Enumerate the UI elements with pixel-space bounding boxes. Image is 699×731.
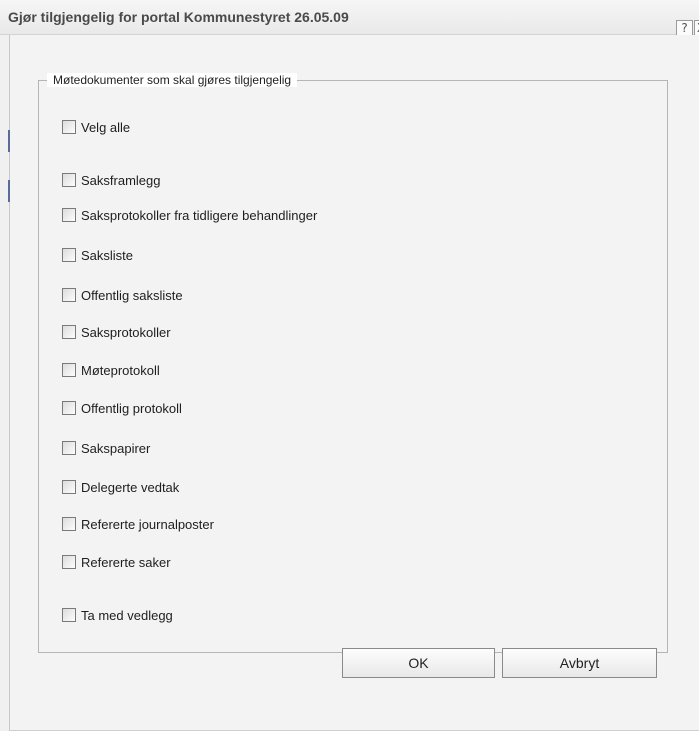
checkbox-label[interactable]: Saksliste (81, 248, 133, 263)
checkbox-delegerte-vedtak[interactable]: Delegerte vedtak (62, 478, 179, 496)
documents-group-legend: Møtedokumenter som skal gjøres tilgjenge… (47, 73, 298, 87)
checkbox-box[interactable] (62, 173, 76, 187)
checkbox-label[interactable]: Refererte journalposter (81, 517, 214, 532)
checkbox-label[interactable]: Sakspapirer (81, 441, 150, 456)
checkbox-select-all[interactable]: Velg alle (62, 118, 130, 136)
checkbox-box[interactable] (62, 480, 76, 494)
checkbox-offentlig-saksliste[interactable]: Offentlig saksliste (62, 286, 183, 304)
checkbox-box[interactable] (62, 517, 76, 531)
checkbox-label[interactable]: Offentlig saksliste (81, 288, 183, 303)
checkbox-box[interactable] (62, 441, 76, 455)
checkbox-ta-med-vedlegg[interactable]: Ta med vedlegg (62, 606, 173, 624)
checkbox-box[interactable] (62, 325, 76, 339)
checkbox-box[interactable] (62, 248, 76, 262)
checkbox-label[interactable]: Offentlig protokoll (81, 401, 182, 416)
cancel-button[interactable]: Avbryt (502, 648, 657, 678)
checkbox-label[interactable]: Møteprotokoll (81, 363, 160, 378)
checkbox-label[interactable]: Velg alle (81, 120, 130, 135)
checkbox-label[interactable]: Saksprotokoller (81, 325, 171, 340)
checkbox-sakspapirer[interactable]: Sakspapirer (62, 439, 150, 457)
checkbox-label[interactable]: Refererte saker (81, 555, 171, 570)
checkbox-box[interactable] (62, 555, 76, 569)
checkbox-box[interactable] (62, 608, 76, 622)
checkbox-saksprotokoller-tidligere[interactable]: Saksprotokoller fra tidligere behandling… (62, 206, 317, 224)
checkbox-refererte-saker[interactable]: Refererte saker (62, 553, 171, 571)
checkbox-label[interactable]: Saksframlegg (81, 173, 160, 188)
checkbox-label[interactable]: Delegerte vedtak (81, 480, 179, 495)
checkbox-saksprotokoller[interactable]: Saksprotokoller (62, 323, 171, 341)
publish-to-portal-dialog: Gjør tilgjengelig for portal Kommunestyr… (0, 0, 699, 731)
left-edge-panel (0, 35, 10, 731)
checkbox-box[interactable] (62, 120, 76, 134)
checkbox-box[interactable] (62, 401, 76, 415)
checkbox-refererte-journalposter[interactable]: Refererte journalposter (62, 515, 214, 533)
checkbox-label[interactable]: Saksprotokoller fra tidligere behandling… (81, 208, 317, 223)
checkbox-moteprotokoll[interactable]: Møteprotokoll (62, 361, 160, 379)
checkbox-saksframlegg[interactable]: Saksframlegg (62, 171, 160, 189)
checkbox-offentlig-protokoll[interactable]: Offentlig protokoll (62, 399, 182, 417)
dialog-titlebar[interactable]: Gjør tilgjengelig for portal Kommunestyr… (0, 0, 699, 37)
ok-button[interactable]: OK (342, 648, 495, 678)
dialog-content: Møtedokumenter som skal gjøres tilgjenge… (10, 35, 699, 731)
checkbox-box[interactable] (62, 208, 76, 222)
checkbox-label[interactable]: Ta med vedlegg (81, 608, 173, 623)
checkbox-box[interactable] (62, 363, 76, 377)
checkbox-box[interactable] (62, 288, 76, 302)
checkbox-saksliste[interactable]: Saksliste (62, 246, 133, 264)
dialog-title: Gjør tilgjengelig for portal Kommunestyr… (8, 9, 349, 25)
